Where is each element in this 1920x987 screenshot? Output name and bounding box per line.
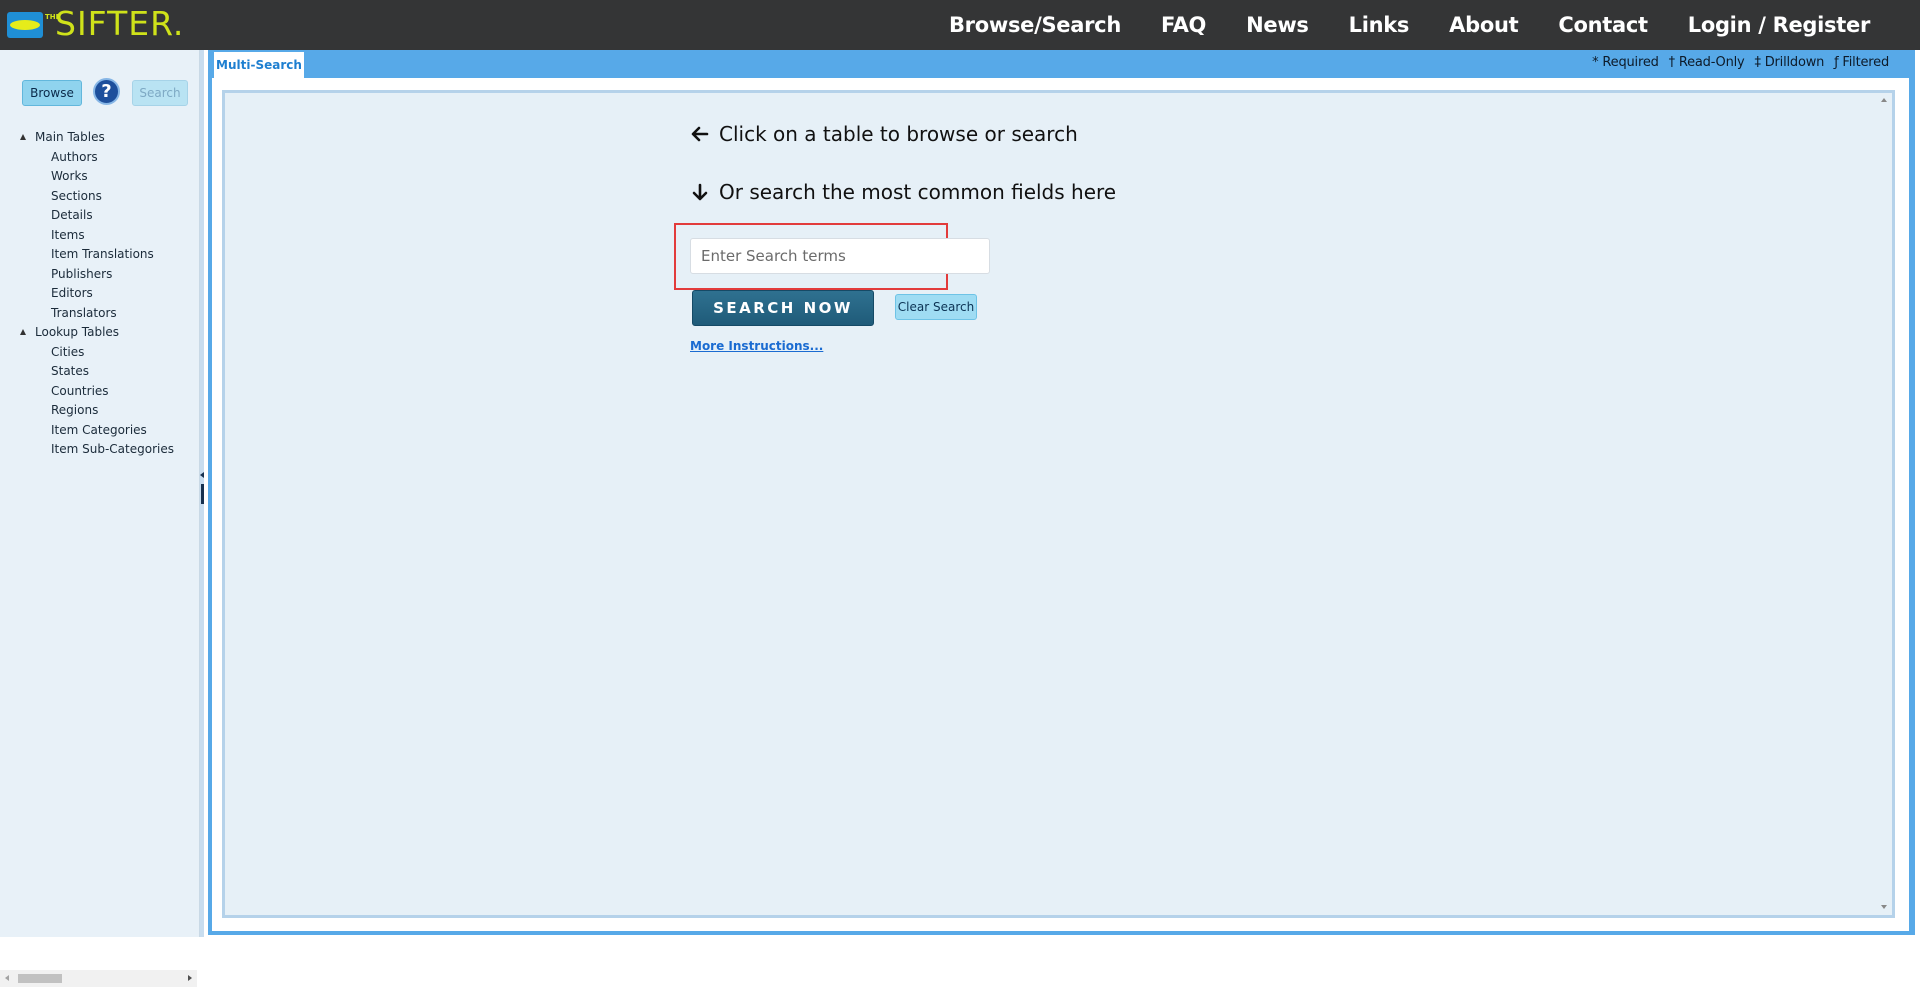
search-now-button[interactable]: SEARCH NOW — [692, 290, 874, 326]
tree-group-lookup-tables[interactable]: Lookup Tables — [0, 323, 200, 343]
tree-item-editors[interactable]: Editors — [0, 284, 200, 304]
tree-item-item-categories[interactable]: Item Categories — [0, 421, 200, 441]
search-input[interactable] — [690, 238, 990, 274]
tree-expand-icon[interactable] — [20, 134, 26, 140]
tab-bar: Multi-Search * Required † Read-Only ‡ Dr… — [208, 50, 1915, 78]
tree-item-regions[interactable]: Regions — [0, 401, 200, 421]
scrollbar-thumb[interactable] — [18, 974, 62, 983]
tree-group-main-tables[interactable]: Main Tables — [0, 128, 200, 148]
sidebar-horizontal-scrollbar[interactable] — [0, 970, 197, 987]
field-legend: * Required † Read-Only ‡ Drilldown ƒ Fil… — [1586, 55, 1889, 70]
search-hint-text: Or search the most common fields here — [719, 180, 1117, 204]
top-navigation-bar: THE SIFTER. Browse/Search FAQ News Links… — [0, 0, 1920, 50]
clear-search-button[interactable]: Clear Search — [895, 294, 977, 320]
tree-group-label: Main Tables — [35, 130, 105, 144]
collapse-sidebar-icon[interactable] — [200, 472, 204, 478]
nav-links[interactable]: Links — [1349, 13, 1410, 37]
tree-item-items[interactable]: Items — [0, 226, 200, 246]
legend-required: * Required — [1592, 55, 1659, 70]
tree-item-translators[interactable]: Translators — [0, 304, 200, 324]
legend-filtered: ƒ Filtered — [1834, 55, 1889, 70]
scroll-down-icon[interactable] — [1881, 905, 1887, 909]
arrow-down-icon — [692, 183, 708, 201]
tree-expand-icon[interactable] — [20, 329, 26, 335]
nav-login-register[interactable]: Login / Register — [1688, 13, 1871, 37]
nav-contact[interactable]: Contact — [1558, 13, 1648, 37]
tree-item-item-sub-categories[interactable]: Item Sub-Categories — [0, 440, 200, 460]
arrow-left-icon — [691, 126, 709, 142]
legend-drilldown: ‡ Drilldown — [1754, 55, 1825, 70]
tree-item-states[interactable]: States — [0, 362, 200, 382]
splitter-handle[interactable] — [201, 484, 204, 504]
logo-sieve-icon — [7, 12, 43, 38]
content-vertical-scrollbar[interactable] — [1876, 93, 1892, 915]
tree-item-countries[interactable]: Countries — [0, 382, 200, 402]
tree-item-works[interactable]: Works — [0, 167, 200, 187]
tree-item-cities[interactable]: Cities — [0, 343, 200, 363]
scroll-right-icon[interactable] — [188, 975, 192, 981]
tree-item-item-translations[interactable]: Item Translations — [0, 245, 200, 265]
browse-hint: Click on a table to browse or search — [690, 122, 1078, 146]
content-frame: Click on a table to browse or search Or … — [212, 78, 1909, 931]
nav-about[interactable]: About — [1449, 13, 1519, 37]
browse-hint-text: Click on a table to browse or search — [719, 122, 1078, 146]
tab-multi-search[interactable]: Multi-Search — [214, 52, 304, 78]
scroll-left-icon[interactable] — [5, 975, 9, 981]
browse-button[interactable]: Browse — [22, 80, 82, 106]
scroll-up-icon[interactable] — [1881, 98, 1887, 102]
sidebar-search-button[interactable]: Search — [132, 80, 188, 106]
main-panel: Multi-Search * Required † Read-Only ‡ Dr… — [208, 50, 1915, 935]
logo-small-text: THE — [45, 13, 61, 21]
sifter-logo[interactable]: THE SIFTER. — [7, 6, 187, 42]
nav-news[interactable]: News — [1246, 13, 1309, 37]
more-instructions-link[interactable]: More Instructions... — [690, 339, 823, 353]
sidebar: Browse ? Search Main Tables Authors Work… — [0, 50, 200, 987]
logo-text: SIFTER. — [55, 4, 185, 43]
tree-item-authors[interactable]: Authors — [0, 148, 200, 168]
legend-readonly: † Read-Only — [1668, 55, 1745, 70]
tree-item-publishers[interactable]: Publishers — [0, 265, 200, 285]
help-icon[interactable]: ? — [93, 78, 120, 105]
main-nav: Browse/Search FAQ News Links About Conta… — [909, 0, 1870, 50]
multi-search-content: Click on a table to browse or search Or … — [222, 90, 1895, 918]
tree-item-details[interactable]: Details — [0, 206, 200, 226]
nav-faq[interactable]: FAQ — [1161, 13, 1206, 37]
tree-group-label: Lookup Tables — [35, 325, 120, 339]
tree-item-sections[interactable]: Sections — [0, 187, 200, 207]
table-tree: Main Tables Authors Works Sections Detai… — [0, 128, 200, 460]
search-hint: Or search the most common fields here — [690, 180, 1116, 204]
nav-browse-search[interactable]: Browse/Search — [949, 13, 1121, 37]
